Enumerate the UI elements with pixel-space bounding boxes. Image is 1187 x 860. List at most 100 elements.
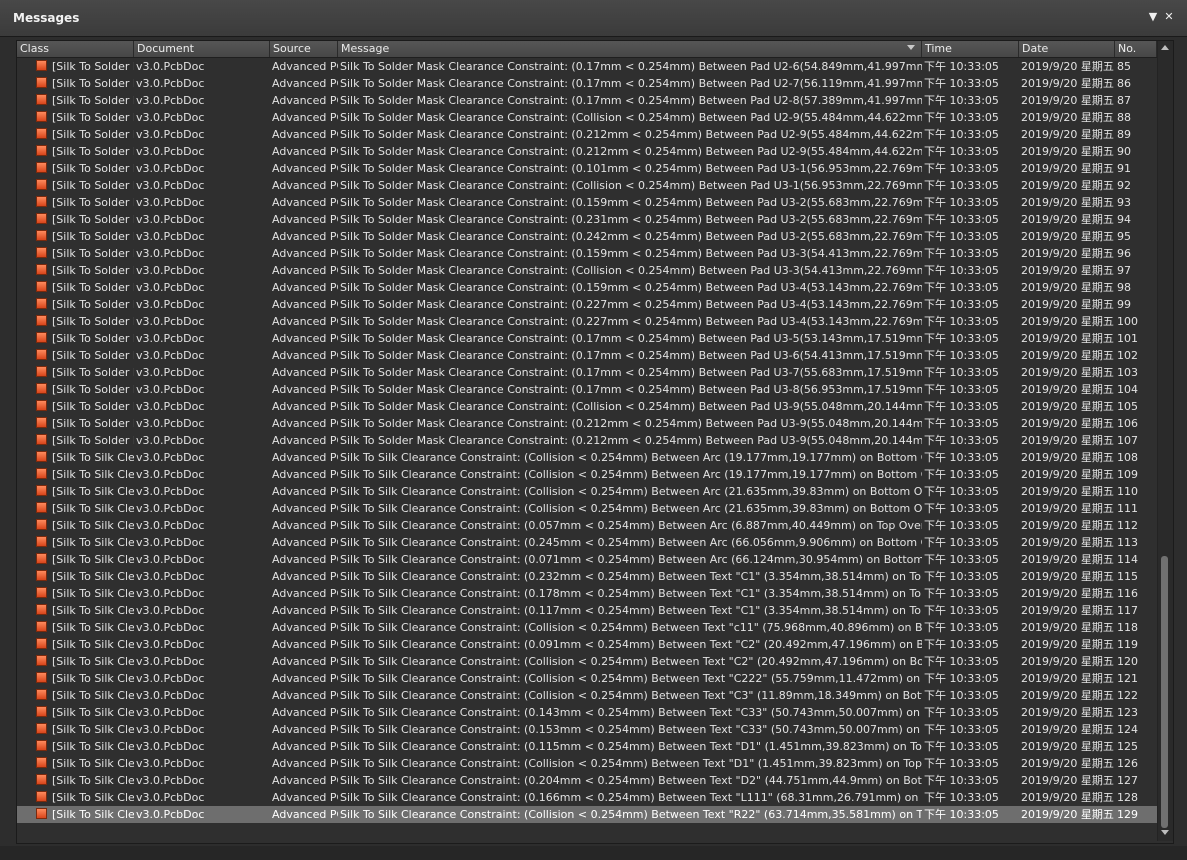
- table-row[interactable]: [Silk To Solder Mask Clearance Constrain…: [17, 330, 1157, 347]
- table-row[interactable]: [Silk To Silk Clearance Constraint]v3.0.…: [17, 500, 1157, 517]
- table-row[interactable]: [Silk To Solder Mask Clearance Constrain…: [17, 109, 1157, 126]
- cell-message: Silk To Solder Mask Clearance Constraint…: [340, 417, 922, 430]
- table-row[interactable]: [Silk To Solder Mask Clearance Constrain…: [17, 143, 1157, 160]
- panel-menu-button[interactable]: ▼: [1146, 10, 1160, 24]
- cell-no: 110: [1117, 485, 1138, 498]
- violation-icon: [36, 366, 47, 377]
- cell-class: [Silk To Silk Clearance Constraint]: [52, 553, 134, 566]
- violation-icon: [36, 468, 47, 479]
- table-row[interactable]: [Silk To Solder Mask Clearance Constrain…: [17, 126, 1157, 143]
- violation-icon: [36, 298, 47, 309]
- cell-no: 125: [1117, 740, 1138, 753]
- cell-time: 下午 10:33:05: [924, 519, 999, 532]
- table-row[interactable]: [Silk To Silk Clearance Constraint]v3.0.…: [17, 602, 1157, 619]
- table-row[interactable]: [Silk To Solder Mask Clearance Constrain…: [17, 92, 1157, 109]
- column-header-message[interactable]: Message: [338, 41, 922, 57]
- cell-document: v3.0.PcbDoc: [136, 655, 205, 668]
- cell-message: Silk To Solder Mask Clearance Constraint…: [340, 315, 922, 328]
- table-row[interactable]: [Silk To Solder Mask Clearance Constrain…: [17, 313, 1157, 330]
- table-row[interactable]: [Silk To Silk Clearance Constraint]v3.0.…: [17, 789, 1157, 806]
- cell-no: 85: [1117, 60, 1131, 73]
- table-row[interactable]: [Silk To Silk Clearance Constraint]v3.0.…: [17, 568, 1157, 585]
- table-row[interactable]: [Silk To Solder Mask Clearance Constrain…: [17, 398, 1157, 415]
- table-row[interactable]: [Silk To Solder Mask Clearance Constrain…: [17, 364, 1157, 381]
- table-row[interactable]: [Silk To Solder Mask Clearance Constrain…: [17, 415, 1157, 432]
- table-row[interactable]: [Silk To Silk Clearance Constraint]v3.0.…: [17, 534, 1157, 551]
- cell-date: 2019/9/20 星期五: [1021, 162, 1114, 175]
- table-row[interactable]: [Silk To Solder Mask Clearance Constrain…: [17, 381, 1157, 398]
- cell-class: [Silk To Solder Mask Clearance Constrain…: [52, 417, 134, 430]
- table-row[interactable]: [Silk To Silk Clearance Constraint]v3.0.…: [17, 806, 1157, 823]
- cell-time: 下午 10:33:05: [924, 655, 999, 668]
- column-header-document[interactable]: Document: [134, 41, 270, 57]
- panel-close-button[interactable]: ✕: [1162, 10, 1176, 24]
- table-row[interactable]: [Silk To Silk Clearance Constraint]v3.0.…: [17, 772, 1157, 789]
- table-row[interactable]: [Silk To Solder Mask Clearance Constrain…: [17, 228, 1157, 245]
- table-row[interactable]: [Silk To Silk Clearance Constraint]v3.0.…: [17, 721, 1157, 738]
- column-header-date[interactable]: Date: [1019, 41, 1115, 57]
- cell-time: 下午 10:33:05: [924, 587, 999, 600]
- cell-no: 93: [1117, 196, 1131, 209]
- table-row[interactable]: [Silk To Silk Clearance Constraint]v3.0.…: [17, 704, 1157, 721]
- cell-class: [Silk To Solder Mask Clearance Constrain…: [52, 298, 134, 311]
- table-row[interactable]: [Silk To Solder Mask Clearance Constrain…: [17, 279, 1157, 296]
- panel-bottom-edge: [0, 846, 1187, 860]
- table-row[interactable]: [Silk To Silk Clearance Constraint]v3.0.…: [17, 483, 1157, 500]
- cell-date: 2019/9/20 星期五: [1021, 281, 1114, 294]
- violation-icon: [36, 570, 47, 581]
- table-row[interactable]: [Silk To Silk Clearance Constraint]v3.0.…: [17, 687, 1157, 704]
- cell-class: [Silk To Solder Mask Clearance Constrain…: [52, 162, 134, 175]
- table-row[interactable]: [Silk To Solder Mask Clearance Constrain…: [17, 432, 1157, 449]
- table-row[interactable]: [Silk To Silk Clearance Constraint]v3.0.…: [17, 670, 1157, 687]
- table-row[interactable]: [Silk To Solder Mask Clearance Constrain…: [17, 75, 1157, 92]
- violation-icon: [36, 638, 47, 649]
- cell-source: Advanced PCB: [272, 145, 338, 158]
- cell-source: Advanced PCB: [272, 740, 338, 753]
- scroll-down-icon[interactable]: [1161, 830, 1169, 835]
- cell-source: Advanced PCB: [272, 162, 338, 175]
- cell-source: Advanced PCB: [272, 655, 338, 668]
- cell-source: Advanced PCB: [272, 400, 338, 413]
- table-row[interactable]: [Silk To Silk Clearance Constraint]v3.0.…: [17, 551, 1157, 568]
- table-header: Class Document Source Message Time Date …: [17, 41, 1157, 58]
- scrollbar-thumb[interactable]: [1161, 556, 1168, 828]
- cell-source: Advanced PCB: [272, 230, 338, 243]
- table-row[interactable]: [Silk To Solder Mask Clearance Constrain…: [17, 177, 1157, 194]
- cell-source: Advanced PCB: [272, 196, 338, 209]
- cell-no: 109: [1117, 468, 1138, 481]
- table-row[interactable]: [Silk To Silk Clearance Constraint]v3.0.…: [17, 755, 1157, 772]
- scroll-up-icon[interactable]: [1161, 45, 1169, 50]
- table-row[interactable]: [Silk To Solder Mask Clearance Constrain…: [17, 58, 1157, 75]
- table-row[interactable]: [Silk To Silk Clearance Constraint]v3.0.…: [17, 517, 1157, 534]
- cell-source: Advanced PCB: [272, 281, 338, 294]
- column-header-source[interactable]: Source: [270, 41, 338, 57]
- violation-icon: [36, 434, 47, 445]
- cell-date: 2019/9/20 星期五: [1021, 400, 1114, 413]
- cell-document: v3.0.PcbDoc: [136, 672, 205, 685]
- column-header-time[interactable]: Time: [922, 41, 1019, 57]
- column-header-class[interactable]: Class: [17, 41, 134, 57]
- table-row[interactable]: [Silk To Silk Clearance Constraint]v3.0.…: [17, 738, 1157, 755]
- table-row[interactable]: [Silk To Solder Mask Clearance Constrain…: [17, 160, 1157, 177]
- table-row[interactable]: [Silk To Silk Clearance Constraint]v3.0.…: [17, 449, 1157, 466]
- table-row[interactable]: [Silk To Silk Clearance Constraint]v3.0.…: [17, 653, 1157, 670]
- cell-date: 2019/9/20 星期五: [1021, 349, 1114, 362]
- table-row[interactable]: [Silk To Solder Mask Clearance Constrain…: [17, 262, 1157, 279]
- cell-date: 2019/9/20 星期五: [1021, 264, 1114, 277]
- table-row[interactable]: [Silk To Silk Clearance Constraint]v3.0.…: [17, 619, 1157, 636]
- violation-icon: [36, 808, 47, 819]
- table-row[interactable]: [Silk To Silk Clearance Constraint]v3.0.…: [17, 466, 1157, 483]
- column-header-no[interactable]: No.: [1115, 41, 1157, 57]
- table-row[interactable]: [Silk To Silk Clearance Constraint]v3.0.…: [17, 585, 1157, 602]
- table-row[interactable]: [Silk To Silk Clearance Constraint]v3.0.…: [17, 636, 1157, 653]
- cell-message: Silk To Silk Clearance Constraint: (Coll…: [340, 621, 922, 634]
- table-row[interactable]: [Silk To Solder Mask Clearance Constrain…: [17, 211, 1157, 228]
- vertical-scrollbar[interactable]: [1157, 41, 1173, 841]
- violation-icon: [36, 230, 47, 241]
- cell-date: 2019/9/20 星期五: [1021, 366, 1114, 379]
- table-row[interactable]: [Silk To Solder Mask Clearance Constrain…: [17, 296, 1157, 313]
- cell-time: 下午 10:33:05: [924, 740, 999, 753]
- table-row[interactable]: [Silk To Solder Mask Clearance Constrain…: [17, 194, 1157, 211]
- table-row[interactable]: [Silk To Solder Mask Clearance Constrain…: [17, 347, 1157, 364]
- table-row[interactable]: [Silk To Solder Mask Clearance Constrain…: [17, 245, 1157, 262]
